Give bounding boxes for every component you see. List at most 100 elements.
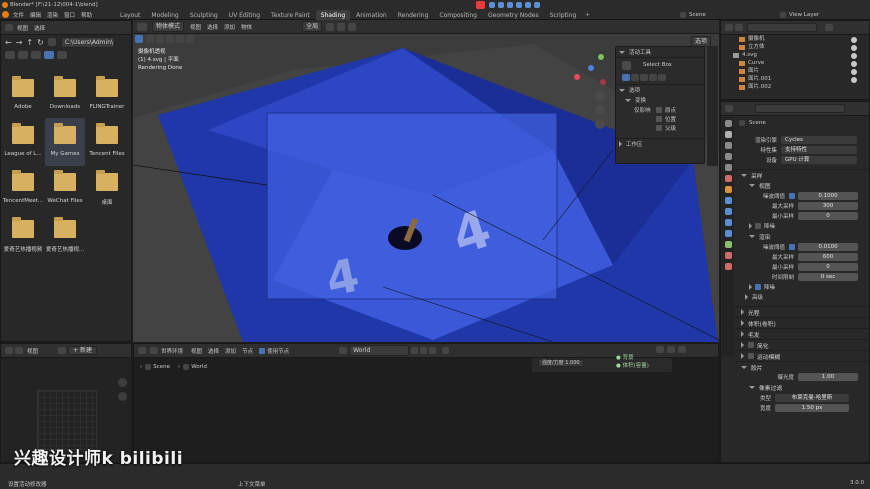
breadcrumb-scene[interactable]: Scene	[153, 364, 170, 370]
r-denoise-checkbox[interactable]	[755, 284, 761, 290]
sidebar-toggle-icon[interactable]	[678, 346, 686, 353]
z-axis-icon[interactable]	[588, 65, 594, 71]
forward-arrow-icon[interactable]: →	[16, 38, 23, 47]
se-menu-select[interactable]: 选择	[208, 347, 219, 355]
neg-x-axis-icon[interactable]	[600, 79, 606, 85]
hidden-files-icon[interactable]	[31, 51, 41, 59]
material-tab-icon[interactable]	[724, 252, 732, 259]
tab-uv-editing[interactable]: UV Editing	[224, 10, 265, 21]
toolbar-icon[interactable]	[498, 2, 504, 8]
invert-selection-icon[interactable]	[649, 73, 657, 81]
viewport-3d[interactable]: 物体模式 视图 选择 添加 物体 全局 选项 4 4 摄像机透视 (1) 4.s…	[133, 20, 719, 342]
use-nodes-checkbox[interactable]	[259, 347, 266, 354]
options-header[interactable]: 选项	[616, 84, 704, 95]
new-image-button[interactable]: + 新建	[68, 346, 97, 355]
se-menu-view[interactable]: 视图	[191, 347, 202, 355]
file-item-selected[interactable]: My Games	[45, 118, 85, 166]
pan-hand-icon[interactable]	[595, 105, 605, 115]
advanced-row[interactable]: 高级	[735, 292, 869, 302]
eye-icon[interactable]	[851, 69, 857, 75]
constraints-tab-icon[interactable]	[724, 230, 732, 237]
menu-window[interactable]: 窗口	[64, 11, 75, 19]
scene-selector[interactable]: Scene	[680, 10, 706, 19]
navigation-gizmo[interactable]	[571, 52, 611, 92]
filter-icon[interactable]	[825, 24, 833, 31]
y-axis-icon[interactable]	[598, 54, 604, 60]
display-mode-icon[interactable]	[735, 24, 743, 31]
pin-icon[interactable]	[442, 347, 450, 354]
blender-menu-icon[interactable]	[2, 11, 9, 18]
unlink-icon[interactable]	[429, 347, 437, 354]
menu-help[interactable]: 帮助	[81, 11, 92, 19]
tab-geometry-nodes[interactable]: Geometry Nodes	[483, 10, 544, 21]
outliner-item[interactable]: 面片.002	[739, 83, 869, 91]
new-folder-icon[interactable]	[47, 38, 56, 46]
exposure-field[interactable]: 1.00	[798, 373, 858, 381]
menu-edit[interactable]: 编辑	[30, 11, 41, 19]
fb-menu-view[interactable]: 视图	[17, 24, 28, 32]
toolbar-icon[interactable]	[507, 2, 513, 8]
shader-editor[interactable]: 世界环境 视图 选择 添加 节点 使用节点 World › Scene › Wo…	[133, 343, 719, 463]
vp-noise-threshold-field[interactable]: 0.1000	[798, 192, 858, 200]
r-max-samples-field[interactable]: 600	[798, 253, 858, 261]
subtract-selection-icon[interactable]	[640, 73, 648, 81]
toolbar-icon[interactable]	[489, 2, 495, 8]
toolbar-icon[interactable]	[516, 2, 522, 8]
x-axis-icon[interactable]	[574, 74, 580, 80]
file-item[interactable]: TencentMeet...	[3, 170, 43, 204]
fake-user-icon[interactable]	[411, 347, 419, 354]
file-item[interactable]: Downloads	[45, 76, 85, 110]
scene-tab-icon[interactable]	[724, 164, 732, 171]
editor-type-icon[interactable]	[725, 24, 733, 31]
hair-section[interactable]: 毛发	[735, 328, 869, 339]
sort-icon[interactable]	[18, 51, 28, 59]
file-item[interactable]: WeChat Files	[45, 170, 85, 204]
menu-render[interactable]: 渲染	[47, 11, 58, 19]
parents-checkbox[interactable]	[656, 124, 662, 131]
tab-modeling[interactable]: Modeling	[146, 10, 183, 21]
filter-width-field[interactable]: 1.50 px	[775, 404, 849, 412]
breadcrumb-world[interactable]: World	[191, 364, 207, 370]
physics-tab-icon[interactable]	[724, 219, 732, 226]
node-socket-strip[interactable]: 强度/力度 1.000	[532, 358, 672, 372]
scene-field[interactable]: Scene	[689, 12, 706, 18]
overlay-icon[interactable]	[656, 346, 664, 353]
r-min-samples-field[interactable]: 0	[798, 263, 858, 271]
new-selection-icon[interactable]	[622, 73, 630, 81]
vp-denoise-row[interactable]: 降噪	[735, 221, 869, 231]
search-icon[interactable]	[57, 51, 67, 59]
origins-checkbox[interactable]	[656, 106, 662, 113]
tab-scripting[interactable]: Scripting	[545, 10, 582, 21]
r-noise-threshold-checkbox[interactable]	[789, 244, 795, 250]
ie-menu-view[interactable]: 视图	[27, 347, 38, 355]
filter-icon[interactable]	[44, 51, 54, 59]
file-item[interactable]: 爱奇艺热播视频	[3, 217, 43, 253]
output-tab-icon[interactable]	[724, 142, 732, 149]
tab-sculpting[interactable]: Sculpting	[185, 10, 223, 21]
view-layer-tab-icon[interactable]	[724, 153, 732, 160]
r-denoise-row[interactable]: 降噪	[735, 282, 869, 292]
refresh-icon[interactable]: ↻	[37, 38, 44, 47]
tab-rendering[interactable]: Rendering	[393, 10, 434, 21]
feature-set-dropdown[interactable]: 支持特性	[781, 146, 857, 154]
vp-denoise-checkbox[interactable]	[755, 223, 761, 229]
tool-tab-icon[interactable]	[724, 120, 732, 127]
transform-subheader[interactable]: 变换	[616, 95, 704, 105]
pan-hand-icon[interactable]	[118, 392, 127, 401]
texture-tab-icon[interactable]	[724, 263, 732, 270]
vp-max-samples-field[interactable]: 300	[798, 202, 858, 210]
pixel-filter-subsection[interactable]: 像素过滤	[735, 382, 869, 393]
eye-icon[interactable]	[851, 61, 857, 67]
toolbar-icon[interactable]	[525, 2, 531, 8]
eye-icon[interactable]	[851, 37, 857, 43]
file-item[interactable]: 桌面	[87, 170, 127, 206]
tab-animation[interactable]: Animation	[351, 10, 392, 21]
display-mode-icon[interactable]	[5, 51, 15, 59]
properties-search-input[interactable]	[755, 104, 845, 113]
motion-blur-section[interactable]: 运动模糊	[735, 350, 869, 361]
menu-file[interactable]: 文件	[13, 11, 24, 19]
render-engine-dropdown[interactable]: Cycles	[781, 136, 857, 144]
eye-icon[interactable]	[851, 77, 857, 83]
render-tab-icon[interactable]	[724, 131, 732, 138]
vp-noise-threshold-checkbox[interactable]	[789, 193, 795, 199]
